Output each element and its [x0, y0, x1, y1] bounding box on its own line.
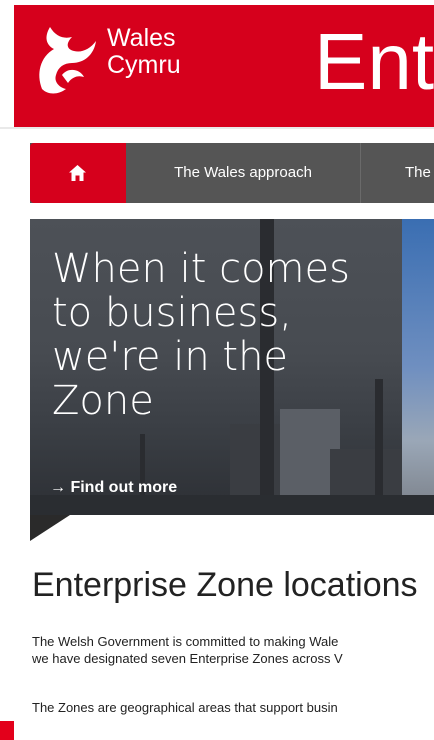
feedback-tab[interactable] [0, 721, 14, 740]
zones-paragraph-line: The Zones are geographical areas that su… [32, 700, 338, 715]
hero-photo-sky [402, 219, 434, 515]
brand-name[interactable]: Wales Cymru [107, 25, 181, 79]
nav-home-button[interactable] [30, 143, 126, 203]
intro-paragraph-line: The Welsh Government is committed to mak… [32, 634, 339, 649]
intro-paragraph-line: we have designated seven Enterprise Zone… [32, 651, 343, 666]
nav-item-truncated[interactable]: The [361, 143, 434, 203]
hero-headline: When it comes to business, we're in the … [52, 246, 350, 424]
hero-corner-fold [30, 515, 70, 541]
hero-banner[interactable]: When it comes to business, we're in the … [30, 219, 434, 515]
arrow-right-icon: → [50, 479, 66, 496]
hero-photo-ground [30, 495, 434, 515]
brand-line-english: Wales [107, 24, 176, 52]
page-banner-title: Ente [314, 17, 434, 106]
welsh-dragon-logo-icon[interactable] [32, 19, 102, 99]
brand-line-welsh: Cymru [107, 51, 181, 79]
home-icon [69, 165, 86, 181]
header-divider [0, 127, 434, 129]
main-navigation: The Wales approach The [30, 143, 434, 203]
find-out-more-label: Find out more [70, 479, 178, 496]
section-title: Enterprise Zone locations [32, 566, 418, 604]
site-header: Wales Cymru Ente [14, 5, 434, 129]
nav-item-wales-approach[interactable]: The Wales approach [126, 143, 361, 203]
find-out-more-link[interactable]: → Find out more [50, 479, 177, 497]
